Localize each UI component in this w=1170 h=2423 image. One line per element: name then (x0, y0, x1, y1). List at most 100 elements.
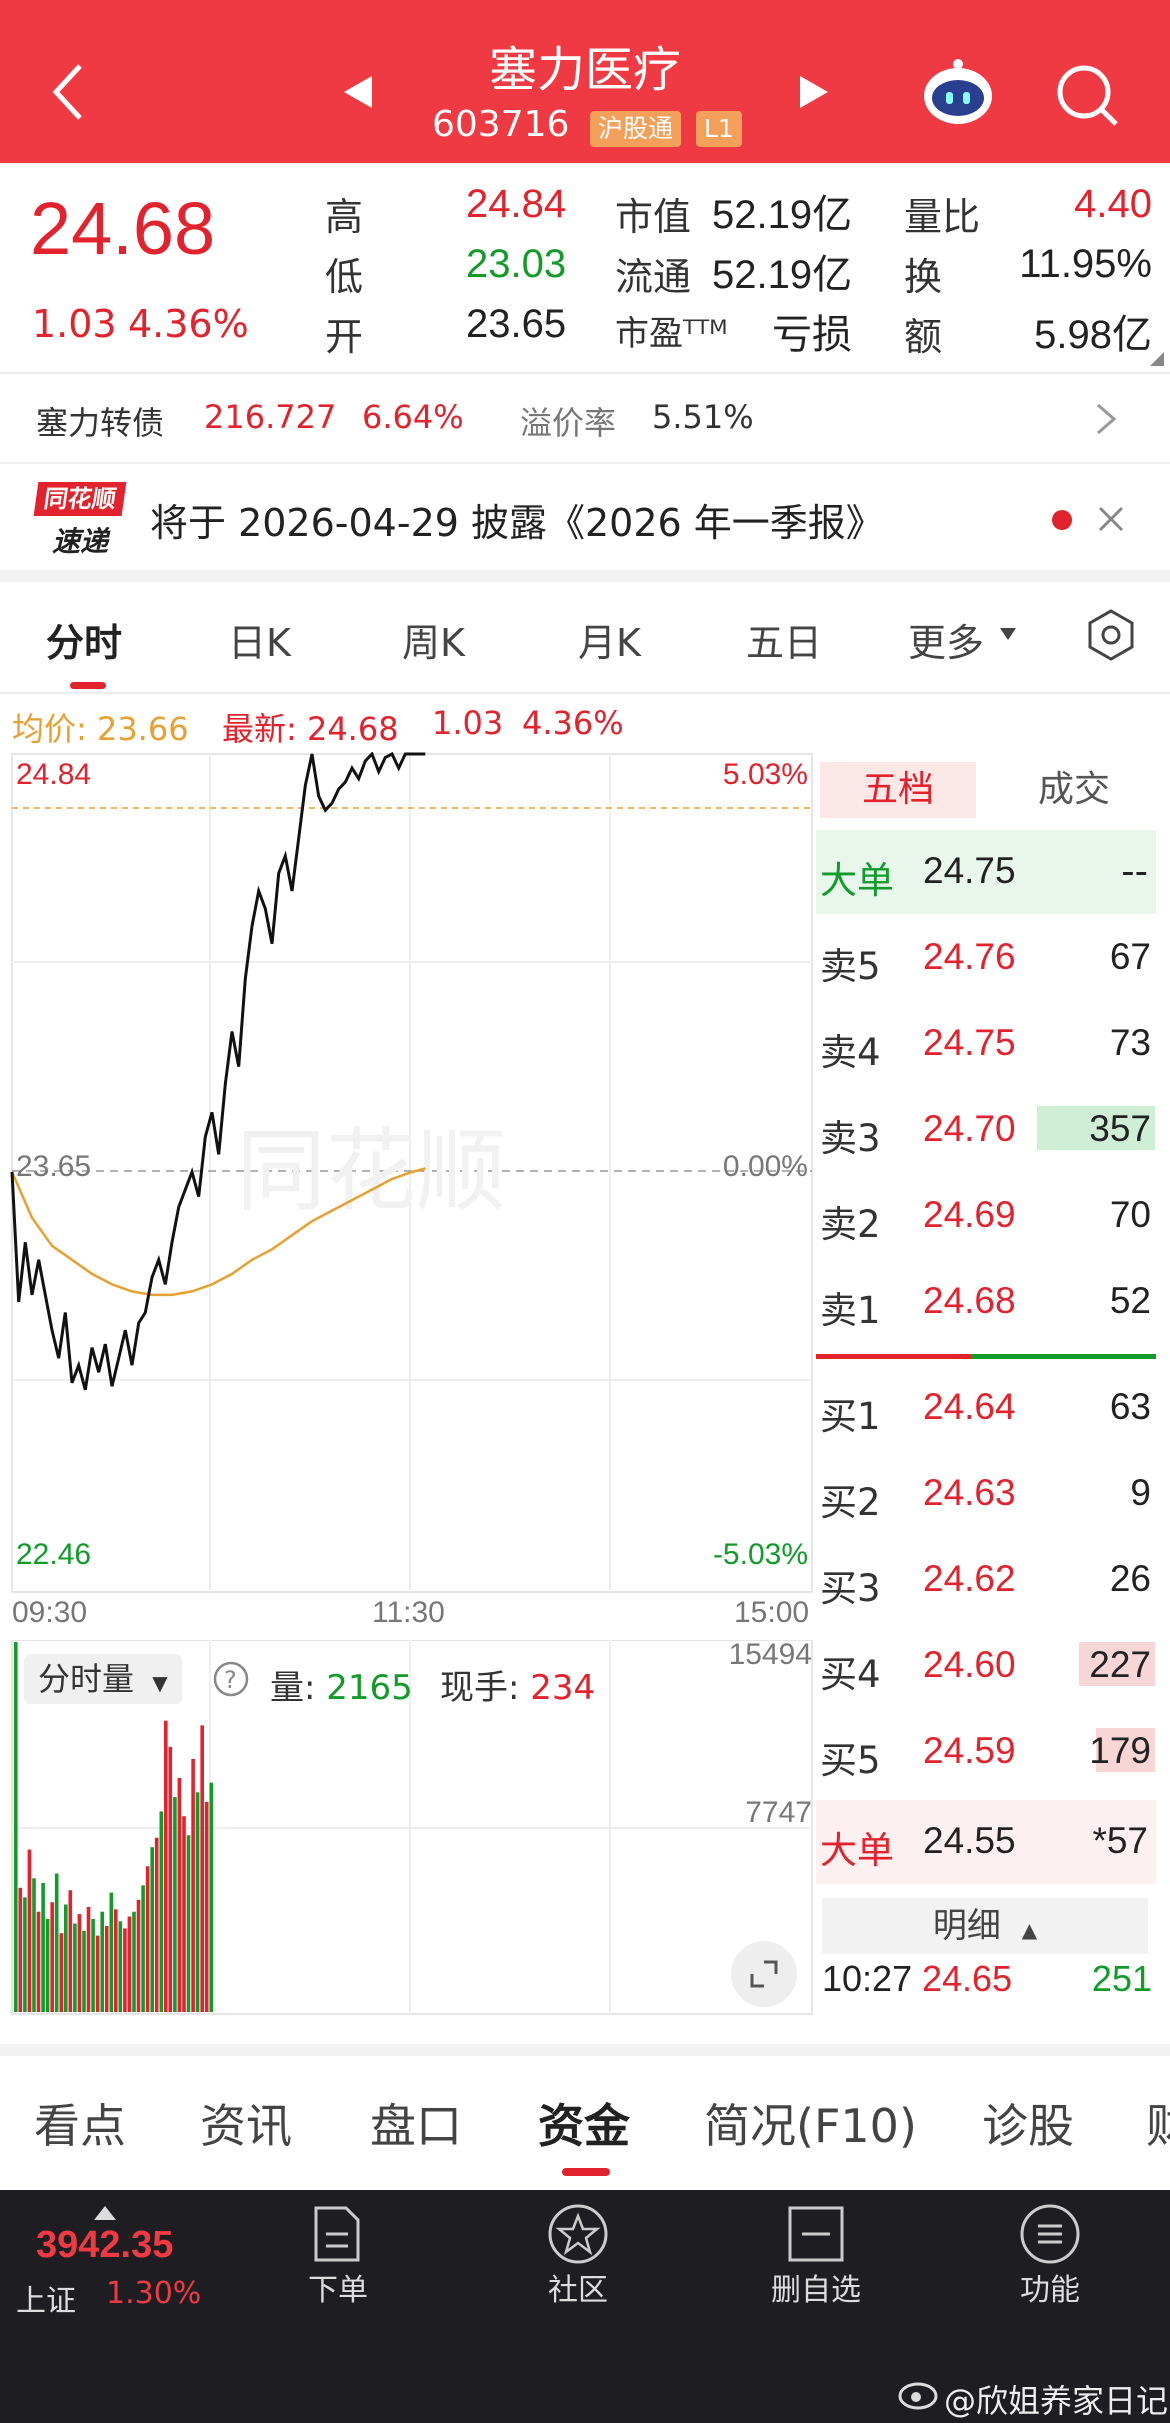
order-level-label: 买2 (820, 1481, 881, 1524)
volume-bar (77, 1914, 82, 2012)
tab-more[interactable]: 更多 (908, 612, 984, 667)
remove-watchlist-icon[interactable] (786, 2204, 846, 2264)
tab-finance-cut[interactable]: 财 (1146, 2090, 1170, 2156)
ask-row-5[interactable]: 卖1 24.68 52 (820, 1260, 1155, 1344)
svg-text:?: ? (224, 1666, 237, 1694)
intraday-chart[interactable]: 同花顺 (0, 752, 820, 1622)
help-icon[interactable]: ? (212, 1660, 250, 1698)
expand-corner-icon[interactable] (1148, 350, 1166, 368)
search-icon[interactable] (1052, 60, 1122, 130)
ask-row-4[interactable]: 卖2 24.69 70 (820, 1174, 1155, 1258)
bid-row-2[interactable]: 买2 24.63 9 (820, 1452, 1155, 1536)
volume-axis-top: 15494 (728, 1638, 812, 1671)
big-buy-volume: *57 (1092, 1820, 1148, 1861)
tab-five-levels[interactable]: 五档 (820, 762, 976, 818)
volume-readout: 量: 2165 (270, 1668, 413, 1708)
convertible-bond-row[interactable]: 塞力转债 216.727 6.64% 溢价率 5.51% (0, 374, 1170, 462)
detail-volume: 251 (1091, 1958, 1152, 1999)
nav-functions[interactable]: 功能 (970, 2265, 1130, 2309)
bottom-tab-indicator (562, 2168, 610, 2176)
volume-indicator-selector[interactable]: 分时量 ▼ (24, 1654, 182, 1704)
volume-bar (41, 1883, 45, 2012)
section-gap (0, 2044, 1170, 2056)
volume-bar (73, 1923, 77, 2012)
tab-diagnosis[interactable]: 诊股 (982, 2090, 1074, 2156)
pe-value: 亏损 (772, 313, 852, 357)
big-buy-row: 大单 24.55 *57 (816, 1800, 1156, 1884)
big-buy-label: 大单 (820, 1829, 894, 1872)
tab-news[interactable]: 资讯 (200, 2090, 292, 2156)
axis-price-mid: 23.65 (16, 1150, 92, 1183)
tab-active-indicator (70, 682, 106, 689)
axis-pct-mid: 0.00% (722, 1150, 808, 1183)
volume-bar (59, 1933, 64, 2012)
index-value[interactable]: 3942.35 (36, 2224, 173, 2267)
order-price: 24.75 (923, 1022, 1016, 1063)
order-level-label: 卖1 (820, 1289, 881, 1332)
volume-bar (159, 1811, 164, 2012)
settings-icon[interactable] (1084, 608, 1138, 662)
bid-row-1[interactable]: 买1 24.64 63 (820, 1366, 1155, 1450)
volume-bar (177, 1778, 182, 2012)
caret-up-icon: ▲ (1021, 1918, 1038, 1942)
connect-badge: 沪股通 (590, 111, 682, 147)
volume-bar (36, 1911, 41, 2012)
tab-f10-profile[interactable]: 简况(F10) (704, 2090, 917, 2156)
order-volume: 63 (1109, 1386, 1151, 1427)
order-level-label: 卖5 (820, 945, 881, 988)
amount-value: 5.98亿 (1034, 313, 1152, 357)
tab-monthly-k[interactable]: 月K (578, 612, 641, 667)
robot-assistant-icon[interactable] (918, 56, 998, 128)
nav-remove-watchlist[interactable]: 删自选 (736, 2265, 896, 2309)
tab-orderbook[interactable]: 盘口 (370, 2090, 462, 2156)
bid-row-4[interactable]: 买4 24.60 227 (820, 1624, 1155, 1708)
volume-bar (82, 1930, 86, 2012)
tab-capital-flow[interactable]: 资金 (538, 2090, 630, 2156)
tab-highlights[interactable]: 看点 (34, 2090, 126, 2156)
axis-price-bottom: 22.46 (16, 1538, 92, 1571)
unread-dot (1052, 510, 1072, 530)
volume-bar (118, 1921, 123, 2012)
volume-bar (109, 1892, 114, 2012)
tab-daily-k[interactable]: 日K (228, 612, 291, 667)
volratio-label: 量比 (904, 195, 981, 239)
nav-community[interactable]: 社区 (498, 2265, 658, 2309)
volume-bar (200, 1725, 204, 2012)
tab-weekly-k[interactable]: 周K (402, 612, 465, 667)
big-sell-row: 大单 24.75 -- (816, 830, 1156, 914)
tab-intraday[interactable]: 分时 (46, 612, 122, 667)
ask-row-2[interactable]: 卖4 24.75 73 (820, 1002, 1155, 1086)
bond-name: 塞力转债 (36, 404, 165, 442)
volume-bar (114, 1909, 118, 2012)
order-price: 24.64 (923, 1386, 1016, 1427)
order-price: 24.59 (923, 1730, 1016, 1771)
order-icon[interactable] (308, 2204, 364, 2264)
ask-row-3[interactable]: 卖3 24.70 357 (820, 1088, 1155, 1172)
price-change-pct: 4.36% (128, 302, 249, 346)
volume-bar (141, 1885, 145, 2012)
functions-icon[interactable] (1018, 2202, 1082, 2266)
volume-bar (173, 1797, 177, 2012)
ask-row-1[interactable]: 卖5 24.76 67 (820, 916, 1155, 1000)
fullscreen-icon[interactable] (730, 1940, 798, 2008)
close-icon[interactable] (1096, 504, 1126, 534)
chevron-right-icon (1097, 403, 1117, 435)
tab-trades[interactable]: 成交 (1000, 762, 1148, 818)
tab-five-day[interactable]: 五日 (746, 612, 822, 667)
author-watermark: @欣姐养家日记 (944, 2382, 1169, 2420)
nav-order[interactable]: 下单 (258, 2265, 418, 2309)
notice-bar[interactable]: 同花顺 速递 将于 2026-04-29 披露《2026 年一季报》 (0, 464, 1170, 570)
volume-bar (50, 1902, 54, 2012)
detail-toggle[interactable]: 明细 ▲ (822, 1898, 1148, 1954)
next-stock-icon[interactable] (796, 72, 832, 112)
divider (0, 692, 1170, 694)
volume-axis-mid: 7747 (745, 1796, 812, 1829)
community-icon[interactable] (546, 2202, 610, 2266)
index-name: 上证 (16, 2284, 76, 2319)
volume-bar (195, 1792, 200, 2012)
bid-row-5[interactable]: 买5 24.59 179 (820, 1710, 1155, 1794)
bid-row-3[interactable]: 买3 24.62 26 (820, 1538, 1155, 1622)
open-value: 23.65 (466, 302, 567, 346)
latest-price-legend: 最新: 24.68 (222, 710, 399, 748)
weibo-icon (898, 2382, 938, 2410)
